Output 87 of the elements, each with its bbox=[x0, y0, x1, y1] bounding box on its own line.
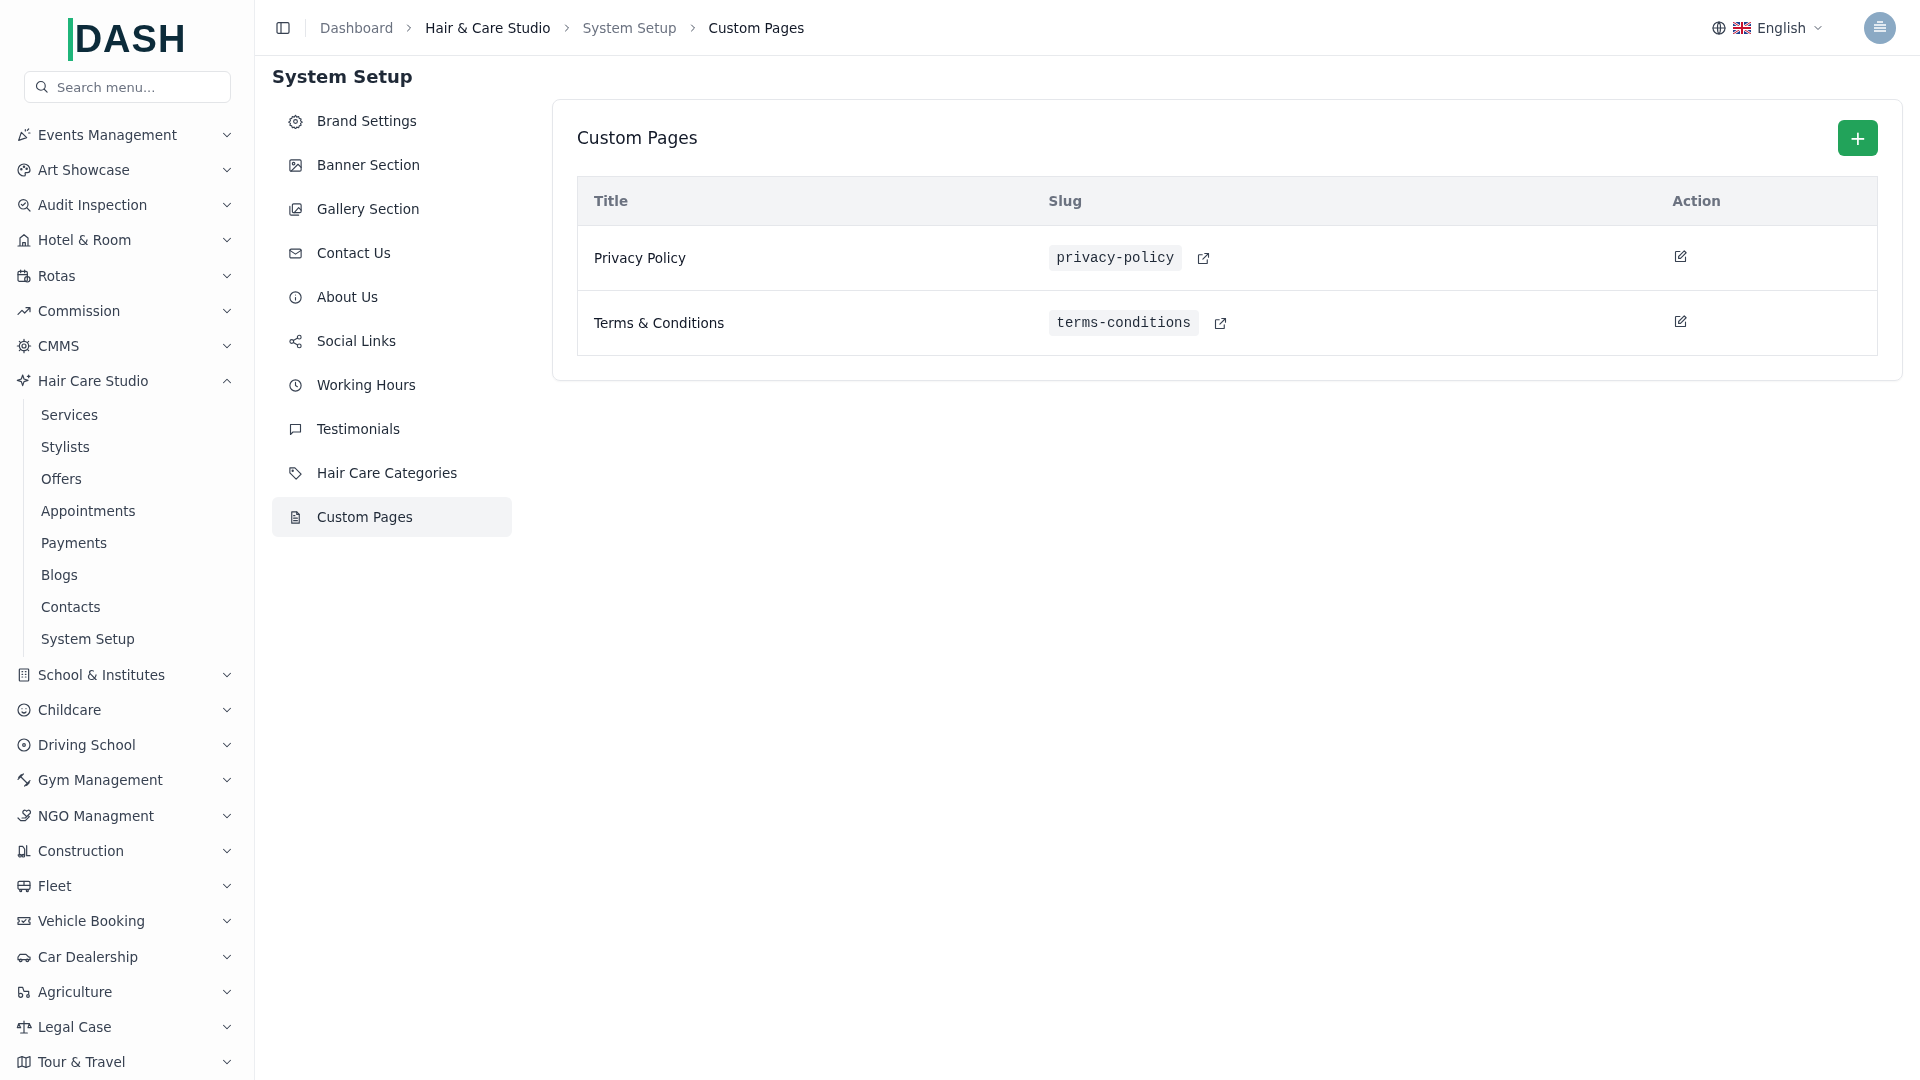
globe-icon bbox=[1711, 19, 1728, 36]
forklift-icon bbox=[16, 842, 32, 859]
mail-icon bbox=[288, 245, 303, 261]
chat-bubble-icon bbox=[288, 421, 303, 437]
sidebar-item[interactable]: Agriculture bbox=[0, 974, 254, 1010]
sidebar-subitem[interactable]: Appointments bbox=[24, 495, 254, 527]
gear-icon bbox=[16, 338, 32, 355]
logo: DASH bbox=[67, 18, 187, 61]
sidebar-item[interactable]: Fleet bbox=[0, 868, 254, 904]
baby-face-icon bbox=[16, 701, 32, 718]
sidebar-item[interactable]: NGO Managment bbox=[0, 798, 254, 834]
calendar-clock-icon bbox=[16, 267, 32, 284]
column-header: Title bbox=[577, 176, 1033, 226]
settings-nav-item[interactable]: Testimonials bbox=[272, 409, 512, 449]
external-link-icon bbox=[1196, 250, 1212, 266]
sidebar-item[interactable]: Hair Care Studio bbox=[0, 363, 254, 399]
column-header: Slug bbox=[1032, 176, 1657, 226]
bus-icon bbox=[16, 878, 32, 895]
sidebar-item[interactable]: Rotas bbox=[0, 258, 254, 294]
sidebar-subitem[interactable]: System Setup bbox=[24, 623, 254, 655]
breadcrumb-link[interactable]: Custom Pages bbox=[708, 19, 805, 36]
sidebar-item[interactable]: Audit Inspection bbox=[0, 187, 254, 223]
table-cell: Privacy Policy bbox=[577, 225, 1033, 291]
target-icon bbox=[16, 737, 32, 754]
sidebar-item[interactable]: Tour & Travel bbox=[0, 1044, 254, 1080]
settings-nav-item[interactable]: Working Hours bbox=[272, 365, 512, 405]
hand-heart-icon bbox=[16, 807, 32, 824]
settings-nav-item[interactable]: Brand Settings bbox=[272, 101, 512, 141]
tag-icon bbox=[288, 465, 303, 481]
scale-icon bbox=[16, 1019, 32, 1036]
sidebar-subitem[interactable]: Services bbox=[24, 399, 254, 431]
sidebar-item[interactable]: Driving School bbox=[0, 727, 254, 763]
sidebar-item[interactable]: Childcare bbox=[0, 692, 254, 728]
sidebar-item[interactable]: Vehicle Booking bbox=[0, 903, 254, 939]
breadcrumb-link[interactable]: System Setup bbox=[582, 19, 677, 36]
sidebar-item[interactable]: School & Institutes bbox=[0, 657, 254, 693]
sidebar-item[interactable]: Commission bbox=[0, 293, 254, 329]
edit-icon bbox=[1672, 314, 1688, 329]
images-icon bbox=[288, 201, 303, 217]
flag-icon bbox=[1733, 21, 1752, 34]
gear-icon bbox=[288, 113, 303, 129]
share-icon bbox=[288, 333, 303, 349]
info-icon bbox=[288, 289, 303, 305]
image-icon bbox=[288, 157, 303, 173]
sidebar-item[interactable]: CMMS bbox=[0, 328, 254, 364]
sidebar-subitem[interactable]: Payments bbox=[24, 527, 254, 559]
user-avatar[interactable] bbox=[1864, 11, 1896, 44]
sidebar-subitem[interactable]: Contacts bbox=[24, 591, 254, 623]
clock-icon bbox=[288, 377, 303, 393]
external-link-icon bbox=[1212, 315, 1228, 331]
settings-nav-item[interactable]: Banner Section bbox=[272, 145, 512, 185]
settings-nav-item[interactable]: Hair Care Categories bbox=[272, 453, 512, 493]
palette-icon bbox=[16, 161, 32, 178]
sidebar-item[interactable]: Car Dealership bbox=[0, 939, 254, 975]
edit-icon bbox=[1672, 249, 1688, 264]
settings-nav-item[interactable]: Social Links bbox=[272, 321, 512, 361]
sidebar-item[interactable]: Art Showcase bbox=[0, 152, 254, 188]
settings-nav-item[interactable]: Custom Pages bbox=[272, 497, 512, 537]
settings-nav-item[interactable]: Gallery Section bbox=[272, 189, 512, 229]
language-selector[interactable]: English bbox=[1757, 19, 1806, 36]
sidebar-item[interactable]: Events Management bbox=[0, 117, 254, 153]
column-header: Action bbox=[1656, 176, 1878, 226]
search-check-icon bbox=[16, 197, 32, 214]
search-field[interactable]: Search menu... bbox=[24, 71, 231, 103]
slug-tag: terms-conditions bbox=[1048, 310, 1199, 336]
document-icon bbox=[288, 509, 303, 525]
sidebar-subitem[interactable]: Offers bbox=[24, 463, 254, 495]
card-title: Custom Pages bbox=[577, 128, 698, 148]
page-title: System Setup bbox=[272, 66, 414, 87]
building-icon bbox=[16, 232, 32, 249]
map-icon bbox=[16, 1054, 32, 1071]
breadcrumb-link[interactable]: Dashboard bbox=[320, 19, 394, 36]
sidebar-subitem[interactable]: Stylists bbox=[24, 431, 254, 463]
sidebar-item[interactable]: Hotel & Room bbox=[0, 222, 254, 258]
settings-nav-item[interactable]: About Us bbox=[272, 277, 512, 317]
slug-tag: privacy-policy bbox=[1048, 245, 1183, 271]
search-icon bbox=[34, 79, 49, 94]
table-cell: Terms & Conditions bbox=[577, 290, 1033, 356]
sidebar-subitem[interactable]: Blogs bbox=[24, 559, 254, 591]
settings-nav-item[interactable]: Contact Us bbox=[272, 233, 512, 273]
sidebar-item[interactable]: Legal Case bbox=[0, 1009, 254, 1045]
sidebar-item[interactable]: Construction bbox=[0, 833, 254, 869]
sidebar-toggle-icon bbox=[275, 19, 291, 36]
building-icon bbox=[16, 666, 32, 683]
party-icon bbox=[16, 126, 32, 143]
sidebar-item[interactable]: Gym Management bbox=[0, 762, 254, 798]
breadcrumb-link[interactable]: Hair & Care Studio bbox=[425, 19, 551, 36]
